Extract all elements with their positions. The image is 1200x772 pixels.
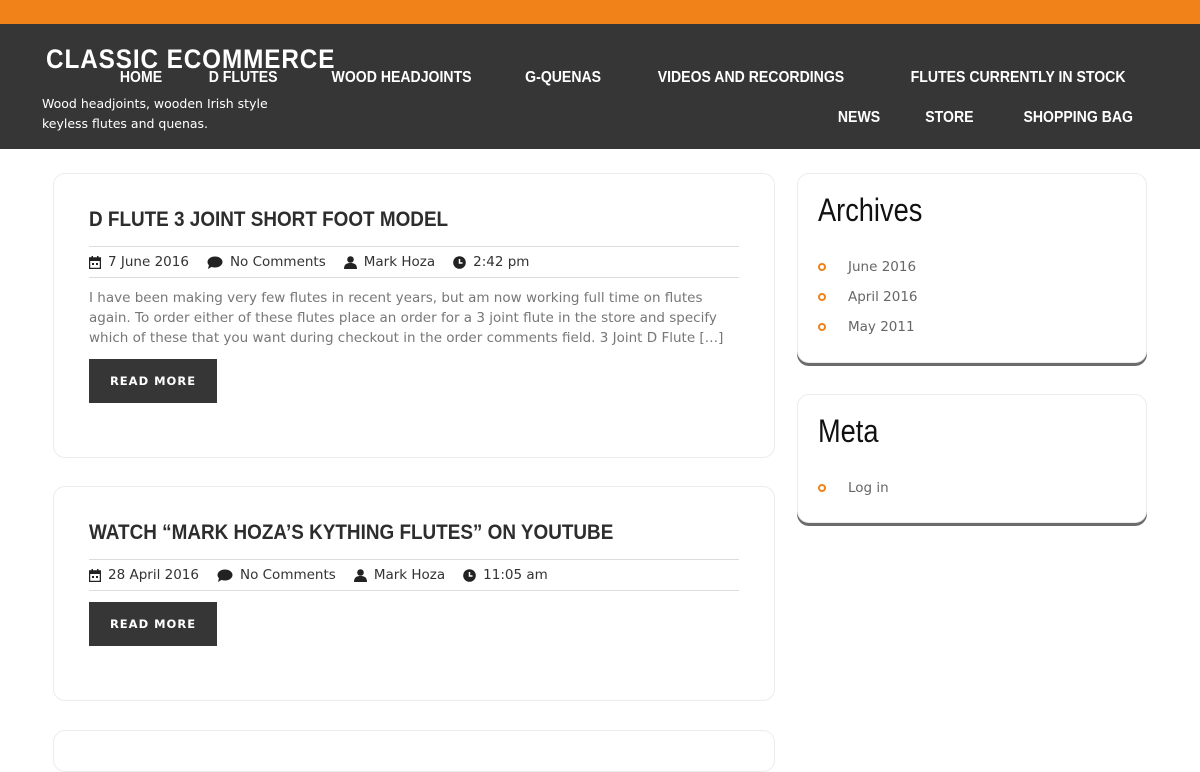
calendar-icon [89, 255, 101, 269]
archives-widget: Archives June 2016 April 2016 May 2011 [797, 173, 1147, 363]
main-nav: HOME D FLUTES WOOD HEADJOINTS G-QUENAS V… [120, 58, 1140, 138]
post-meta: 28 April 2016 No Comments Mark Hoza 11:0… [89, 559, 739, 591]
user-icon [353, 568, 367, 582]
post-time-text: 2:42 pm [473, 254, 530, 270]
bullet-icon [818, 323, 826, 331]
post-card: D FLUTE 3 JOINT SHORT FOOT MODEL 7 June … [53, 173, 775, 458]
nav-item-store[interactable]: STORE [925, 109, 973, 127]
user-icon [343, 255, 357, 269]
post-comments[interactable]: No Comments [217, 567, 336, 583]
post-title[interactable]: WATCH “MARK HOZA’S KYTHING FLUTES” ON YO… [89, 521, 613, 545]
site-title[interactable]: CLASSIC ECOMMERCE [46, 44, 335, 75]
archive-link[interactable]: May 2011 [848, 319, 915, 335]
post-author[interactable]: Mark Hoza [353, 567, 446, 583]
read-more-button[interactable]: READ MORE [89, 359, 217, 403]
nav-item-d-flutes[interactable]: D FLUTES [209, 69, 278, 87]
list-item: Log in [818, 473, 889, 503]
post-meta: 7 June 2016 No Comments Mark Hoza 2:42 p… [89, 246, 739, 278]
post-author-text: Mark Hoza [373, 567, 446, 583]
archive-link[interactable]: April 2016 [848, 289, 918, 305]
nav-item-wood-headjoints[interactable]: WOOD HEADJOINTS [331, 69, 471, 87]
post-author[interactable]: Mark Hoza [343, 254, 436, 270]
nav-item-flutes-in-stock[interactable]: FLUTES CURRENTLY IN STOCK [910, 69, 1125, 87]
post-time: 2:42 pm [453, 254, 529, 270]
post-time-text: 11:05 am [483, 567, 548, 583]
list-item: May 2011 [818, 312, 918, 342]
post-date[interactable]: 28 April 2016 [89, 567, 199, 583]
nav-item-home[interactable]: HOME [120, 69, 162, 87]
clock-icon [453, 255, 466, 269]
bullet-icon [818, 263, 826, 271]
post-time: 11:05 am [463, 567, 548, 583]
post-comments-text: No Comments [229, 254, 326, 270]
post-title[interactable]: D FLUTE 3 JOINT SHORT FOOT MODEL [89, 208, 448, 232]
post-comments-text: No Comments [239, 567, 336, 583]
clock-icon [463, 568, 476, 582]
login-link[interactable]: Log in [848, 480, 889, 496]
comment-icon [217, 569, 233, 582]
nav-row-1: HOME D FLUTES WOOD HEADJOINTS G-QUENAS V… [120, 58, 1140, 98]
post-card-partial [53, 730, 775, 772]
post-date-text: 28 April 2016 [108, 567, 199, 583]
calendar-icon [89, 568, 101, 582]
nav-row-2: NEWS STORE SHOPPING BAG [320, 98, 1140, 138]
post-date-text: 7 June 2016 [108, 254, 189, 270]
post-card: WATCH “MARK HOZA’S KYTHING FLUTES” ON YO… [53, 486, 775, 701]
nav-item-g-quenas[interactable]: G-QUENAS [525, 69, 601, 87]
top-accent-bar [0, 0, 1200, 24]
nav-item-videos[interactable]: VIDEOS AND RECORDINGS [658, 69, 844, 87]
archives-list: June 2016 April 2016 May 2011 [818, 252, 918, 342]
site-tagline: Wood headjoints, wooden Irish style keyl… [42, 96, 268, 131]
comment-icon [207, 256, 223, 269]
list-item: April 2016 [818, 282, 918, 312]
widget-title: Archives [818, 192, 923, 228]
meta-list: Log in [818, 473, 889, 503]
meta-widget: Meta Log in [797, 394, 1147, 523]
nav-item-shopping-bag[interactable]: SHOPPING BAG [1023, 109, 1133, 127]
post-excerpt: I have been making very few flutes in re… [89, 290, 724, 346]
post-comments[interactable]: No Comments [207, 254, 326, 270]
post-date[interactable]: 7 June 2016 [89, 254, 189, 270]
bullet-icon [818, 293, 826, 301]
read-more-button[interactable]: READ MORE [89, 602, 217, 646]
archive-link[interactable]: June 2016 [848, 259, 916, 275]
post-author-text: Mark Hoza [363, 254, 436, 270]
widget-title: Meta [818, 413, 879, 449]
list-item: June 2016 [818, 252, 918, 282]
bullet-icon [818, 484, 826, 492]
site-header: CLASSIC ECOMMERCE Wood headjoints, woode… [0, 24, 1200, 149]
nav-item-news[interactable]: NEWS [838, 109, 880, 127]
